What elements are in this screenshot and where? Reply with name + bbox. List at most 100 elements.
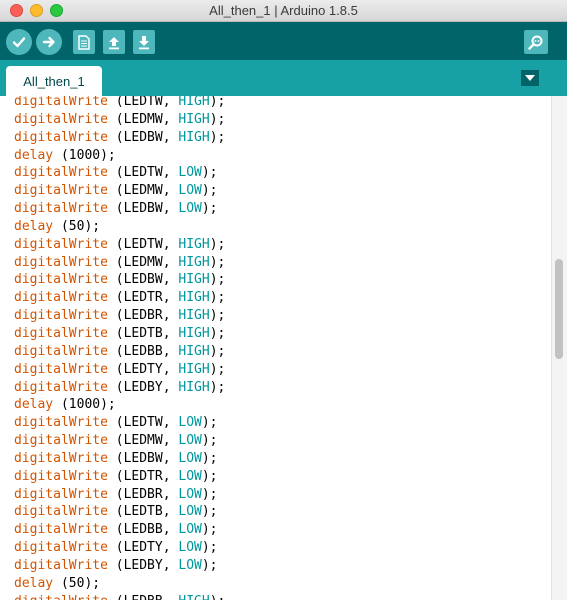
code-line: digitalWrite (LEDBW, LOW); <box>14 200 225 218</box>
code-line: digitalWrite (LEDTW, LOW); <box>14 164 225 182</box>
magnifier-icon <box>528 35 543 50</box>
new-sketch-button[interactable] <box>73 30 95 54</box>
arrow-down-icon <box>139 35 149 49</box>
document-icon <box>78 34 90 50</box>
code-constant-token: HIGH <box>178 308 210 324</box>
code-end-token: ); <box>209 290 226 306</box>
code-args-token: (LEDBY, <box>107 379 179 395</box>
code-args-token: (LEDBW, <box>107 201 179 217</box>
code-function-token: digitalWrite <box>14 594 108 600</box>
code-line: digitalWrite (LEDBB, LOW); <box>14 521 225 539</box>
code-constant-token: LOW <box>178 557 202 573</box>
code-args-token: (LEDTY, <box>107 361 179 377</box>
code-constant-token: LOW <box>178 415 202 431</box>
code-constant-token: HIGH <box>178 379 210 395</box>
code-args-token: (LEDTW, <box>107 165 179 181</box>
code-args-token: (LEDTW, <box>107 236 179 252</box>
code-args-token: (LEDBB, <box>107 343 179 359</box>
code-constant-token: HIGH <box>178 343 210 359</box>
code-end-token: ); <box>201 468 218 484</box>
code-end-token: ); <box>201 165 218 181</box>
code-end-token: ); <box>201 504 218 520</box>
code-line: digitalWrite (LEDTY, LOW); <box>14 539 225 557</box>
tab-all-then-1[interactable]: All_then_1 <box>6 66 102 96</box>
code-end-token: ); <box>209 96 226 109</box>
code-line: digitalWrite (LEDTW, LOW); <box>14 414 225 432</box>
code-constant-token: LOW <box>178 201 202 217</box>
code-function-token: digitalWrite <box>14 111 108 127</box>
code-end-token: ); <box>209 254 226 270</box>
code-function-token: digitalWrite <box>14 129 108 145</box>
code-args-token: (1000); <box>53 147 116 163</box>
code-args-token: (LEDTR, <box>107 468 179 484</box>
code-function-token: digitalWrite <box>14 379 108 395</box>
code-constant-token: HIGH <box>178 594 209 600</box>
code-function-token: digitalWrite <box>14 343 108 359</box>
code-function-token: digitalWrite <box>14 486 108 502</box>
code-constant-token: LOW <box>178 468 202 484</box>
code-end-token: ); <box>209 361 226 377</box>
code-end-token: ); <box>201 450 218 466</box>
code-args-token: (LEDBR, <box>107 486 179 502</box>
code-end-token: ); <box>209 379 226 395</box>
code-function-token: digitalWrite <box>14 415 108 431</box>
code-line: digitalWrite (LEDTY, HIGH); <box>14 361 225 379</box>
code-constant-token: HIGH <box>178 361 210 377</box>
code-constant-token: HIGH <box>178 129 210 145</box>
code-line: digitalWrite (LEDBR, HIGH); <box>14 307 225 325</box>
code-args-token: (LEDTY, <box>107 540 179 556</box>
serial-monitor-button[interactable] <box>524 30 548 54</box>
code-args-token: (50); <box>53 218 101 234</box>
code-function-token: digitalWrite <box>14 201 108 217</box>
code-line: delay (1000); <box>14 396 225 414</box>
code-line: digitalWrite (LEDBW, HIGH); <box>14 271 225 289</box>
code-function-token: digitalWrite <box>14 308 108 324</box>
tab-menu-button[interactable] <box>521 70 539 86</box>
code-function-token: digitalWrite <box>14 557 108 573</box>
code-line: digitalWrite (LEDMW, HIGH); <box>14 254 225 272</box>
code-function-token: digitalWrite <box>14 290 108 306</box>
code-constant-token: HIGH <box>178 236 210 252</box>
code-constant-token: LOW <box>178 540 202 556</box>
code-args-token: (LEDMW, <box>107 183 179 199</box>
code-line: digitalWrite (LEDBR, LOW); <box>14 486 225 504</box>
code-constant-token: LOW <box>178 433 202 449</box>
code-end-token: ); <box>201 183 218 199</box>
code-args-token: (LEDTR, <box>107 290 179 306</box>
code-function-token: digitalWrite <box>14 522 108 538</box>
scrollbar-thumb[interactable] <box>555 259 563 359</box>
code-constant-token: HIGH <box>178 254 210 270</box>
code-line: digitalWrite (LEDTW, HIGH); <box>14 236 225 254</box>
window-titlebar: All_then_1 | Arduino 1.8.5 <box>0 0 567 22</box>
code-function-token: digitalWrite <box>14 325 108 341</box>
code-line: digitalWrite (LEDTB, HIGH); <box>14 325 225 343</box>
code-line: digitalWrite (LEDTW, HIGH); <box>14 96 225 111</box>
code-constant-token: HIGH <box>178 96 210 109</box>
save-sketch-button[interactable] <box>133 30 155 54</box>
code-args-token: (LEDTW, <box>107 415 179 431</box>
code-constant-token: LOW <box>178 450 202 466</box>
verify-button[interactable] <box>6 29 32 55</box>
toolbar <box>0 22 567 60</box>
upload-button[interactable] <box>36 29 62 55</box>
code-constant-token: LOW <box>178 165 202 181</box>
code-args-token: (LEDTB, <box>107 325 179 341</box>
arrow-right-icon <box>42 36 55 48</box>
code-function-token: delay <box>14 218 54 234</box>
tab-label: All_then_1 <box>23 73 85 89</box>
code-end-token: ); <box>209 343 226 359</box>
code-line: digitalWrite (LEDMW, HIGH); <box>14 111 225 129</box>
code-editor[interactable]: digitalWrite (LEDTW, HIGH); digitalWrite … <box>0 96 567 600</box>
code-line: delay (50); <box>14 575 225 593</box>
code-function-token: digitalWrite <box>14 165 108 181</box>
code-end-token: ); <box>209 308 226 324</box>
open-sketch-button[interactable] <box>103 30 125 54</box>
window-title: All_then_1 | Arduino 1.8.5 <box>209 3 358 18</box>
code-function-token: digitalWrite <box>14 468 108 484</box>
code-args-token: (LEDBY, <box>107 557 179 573</box>
code-end-token: ); <box>209 111 226 127</box>
code-end-token: ); <box>201 415 218 431</box>
code-args-token: (LEDTW, <box>107 96 179 109</box>
check-icon <box>12 37 26 48</box>
vertical-scrollbar[interactable] <box>551 96 567 600</box>
